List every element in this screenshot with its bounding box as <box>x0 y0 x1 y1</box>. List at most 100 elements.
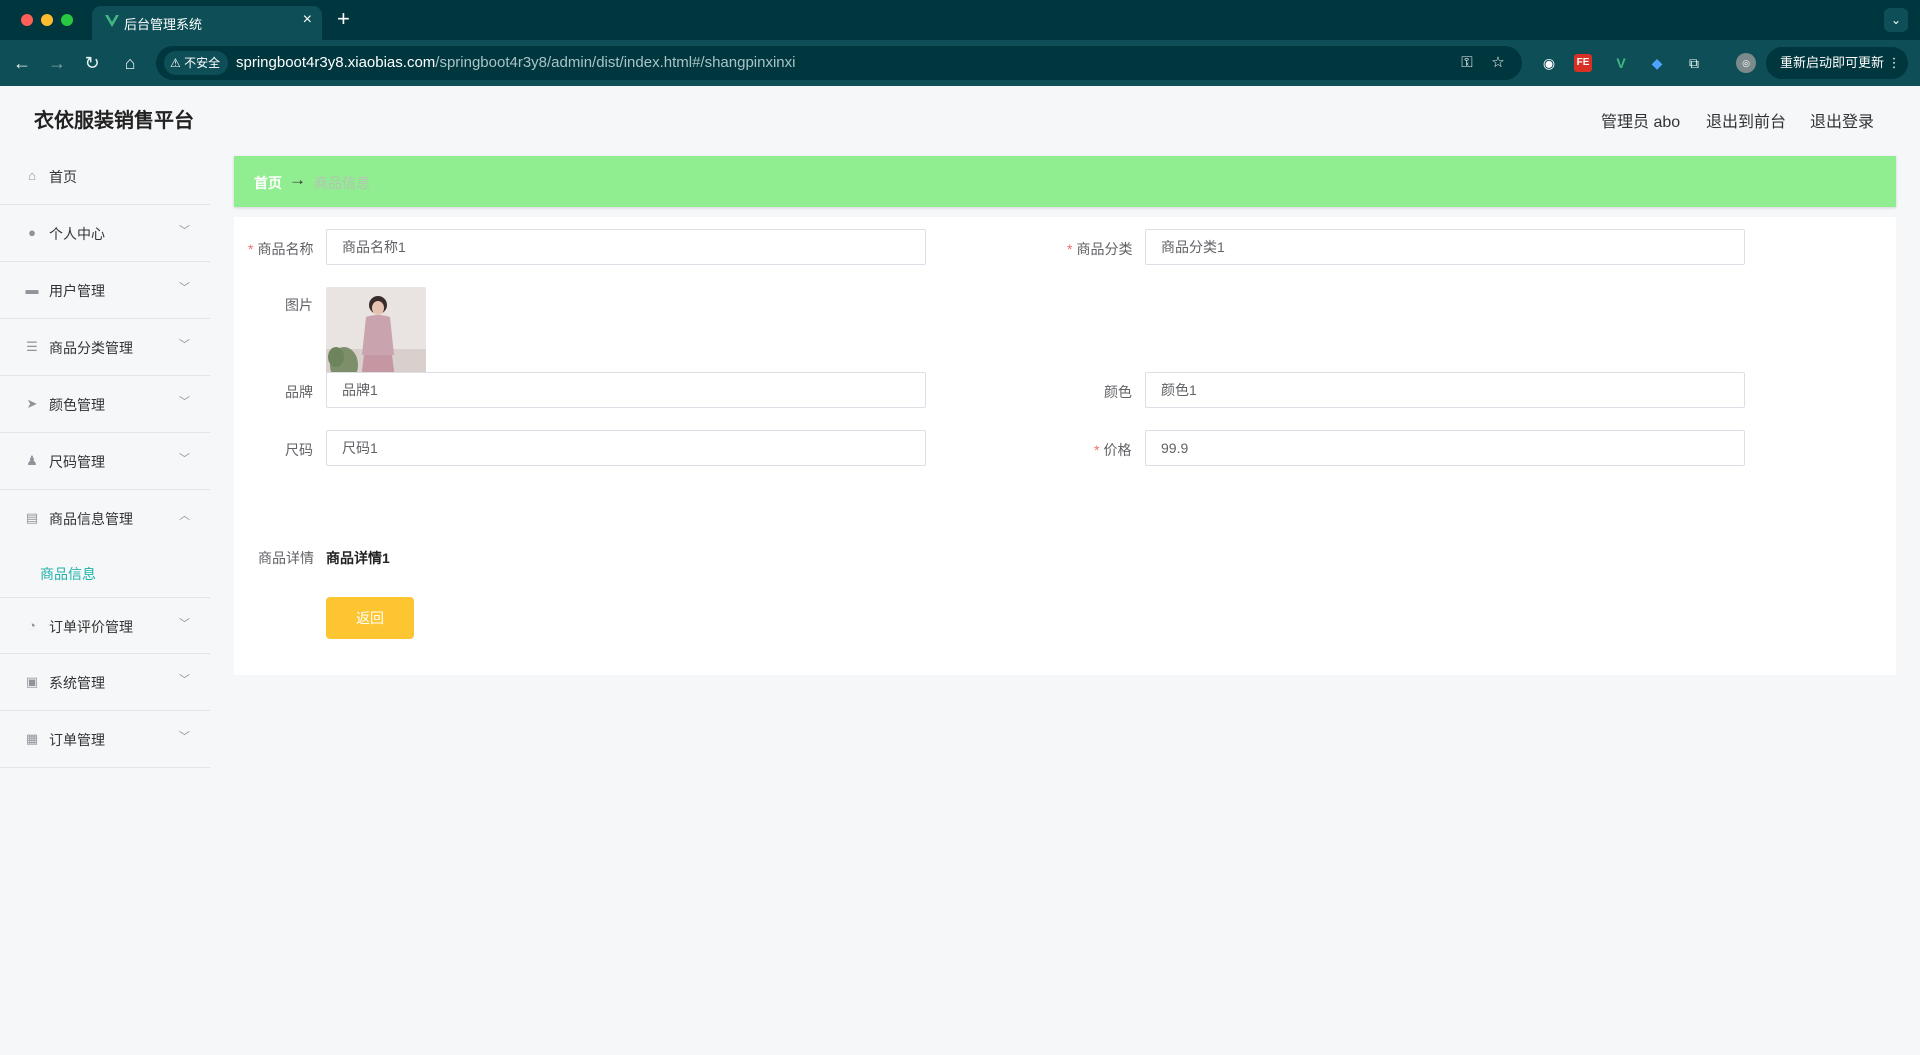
home-icon: ⌂ <box>28 168 36 183</box>
chevron-down-icon: ﹀ <box>179 396 190 408</box>
url-path: /springboot4r3y8/admin/dist/index.html#/… <box>435 54 796 71</box>
breadcrumb: 首页 → 商品信息 <box>234 156 1896 207</box>
bookmark-star-icon[interactable]: ☆ <box>1489 54 1507 72</box>
sidebar-item-home[interactable]: ⌂ 首页 <box>0 148 210 205</box>
detail-value: 商品详情1 <box>326 550 390 566</box>
browser-toolbar: ← → ↻ ⌂ ⚠ 不安全 springboot4r3y8.xiaobias.c… <box>0 40 1920 86</box>
profile-avatar-icon[interactable]: ◎ <box>1736 53 1756 73</box>
chevron-down-icon: ﹀ <box>179 225 190 237</box>
back-icon[interactable]: ← <box>9 50 35 76</box>
category-label: * 商品分类 <box>1067 239 1132 259</box>
extension-owl-icon[interactable]: ◉ <box>1538 52 1560 74</box>
sidebar-item-label: 颜色管理 <box>49 397 105 413</box>
list-icon: ☰ <box>26 339 38 354</box>
home-icon[interactable]: ⌂ <box>117 50 143 76</box>
brand-label: 品牌 <box>285 384 313 400</box>
clipboard-icon: ▣ <box>25 674 39 689</box>
logout-link[interactable]: 退出登录 <box>1810 108 1874 132</box>
category-field[interactable]: 商品分类1 <box>1145 229 1745 265</box>
url-text[interactable]: springboot4r3y8.xiaobias.com/springboot4… <box>236 54 796 71</box>
update-menu-icon[interactable]: ⋮ <box>1888 55 1901 70</box>
sidebar-item-orders[interactable]: ▦ 订单管理 ﹀ <box>0 711 210 768</box>
sidebar-subitem-label: 商品信息 <box>40 566 96 582</box>
chevron-down-icon: ﹀ <box>179 453 190 465</box>
sidebar-item-size[interactable]: ♟ 尺码管理 ﹀ <box>0 433 210 490</box>
sidebar-item-label: 订单评价管理 <box>49 619 133 635</box>
name-label: * 商品名称 <box>248 239 313 259</box>
close-window-button[interactable] <box>21 14 33 26</box>
sidebar: ⌂ 首页 ● 个人中心 ﹀ ▬ 用户管理 ﹀ ☰ 商品分类管理 ﹀ ➤ 颜色管理… <box>0 148 210 1055</box>
size-label: 尺码 <box>285 442 313 458</box>
send-icon: ➤ <box>26 396 38 411</box>
sidebar-item-label: 订单管理 <box>49 732 105 748</box>
product-detail-form: * 商品名称 商品名称1 * 商品分类 商品分类1 图片 品牌 品牌1 颜色 颜色1… <box>234 217 1896 675</box>
sidebar-item-product[interactable]: ▤ 商品信息管理 ︿ <box>0 490 210 547</box>
sidebar-subitem-product-info[interactable]: 商品信息 <box>0 547 210 597</box>
sidebar-item-label: 尺码管理 <box>49 454 105 470</box>
update-label: 重新启动即可更新 <box>1780 55 1885 70</box>
price-label-text: 价格 <box>1103 442 1132 458</box>
app-title: 衣依服装销售平台 <box>34 110 194 132</box>
extension-diamond-icon[interactable]: ◆ <box>1646 52 1668 74</box>
back-button[interactable]: 返回 <box>326 597 414 639</box>
extension-fe-icon[interactable]: FE <box>1574 54 1592 72</box>
required-mark: * <box>1067 241 1073 257</box>
new-tab-button[interactable]: + <box>337 6 350 32</box>
chevron-down-icon: ﹀ <box>179 339 190 351</box>
message-icon: ▤ <box>25 510 39 525</box>
extension-vue-icon[interactable]: V <box>1610 52 1632 74</box>
breadcrumb-home[interactable]: 首页 <box>254 173 282 193</box>
color-label: 颜色 <box>1104 384 1132 400</box>
sidebar-item-label: 用户管理 <box>49 283 105 299</box>
forward-icon[interactable]: → <box>44 50 70 76</box>
name-field[interactable]: 商品名称1 <box>326 229 926 265</box>
maximize-window-button[interactable] <box>61 14 73 26</box>
required-mark: * <box>1094 442 1100 458</box>
update-button[interactable]: 重新启动即可更新 ⋮ <box>1766 47 1908 79</box>
detail-label: 商品详情 <box>258 550 314 566</box>
sidebar-item-system[interactable]: ▣ 系统管理 ﹀ <box>0 654 210 711</box>
brand-field[interactable]: 品牌1 <box>326 372 926 408</box>
chevron-down-icon: ﹀ <box>179 674 190 686</box>
insecure-label: 不安全 <box>184 56 221 70</box>
reload-icon[interactable]: ↻ <box>79 50 105 76</box>
chevron-up-icon: ︿ <box>179 510 190 522</box>
person-icon: ♟ <box>26 453 38 468</box>
browser-tab[interactable]: 后台管理系统 × <box>92 6 322 40</box>
name-label-text: 商品名称 <box>257 241 314 257</box>
user-icon: ● <box>28 225 36 240</box>
size-field[interactable]: 尺码1 <box>326 430 926 466</box>
color-field[interactable]: 颜色1 <box>1145 372 1745 408</box>
sidebar-item-category[interactable]: ☰ 商品分类管理 ﹀ <box>0 319 210 376</box>
sidebar-item-users[interactable]: ▬ 用户管理 ﹀ <box>0 262 210 319</box>
grid-icon: ▦ <box>25 731 39 746</box>
extensions-puzzle-icon[interactable]: ⧉ <box>1683 52 1705 74</box>
minimize-window-button[interactable] <box>41 14 53 26</box>
address-bar[interactable]: ⚠ 不安全 springboot4r3y8.xiaobias.com/sprin… <box>156 46 1522 80</box>
category-label-text: 商品分类 <box>1076 241 1133 257</box>
app-header: 衣依服装销售平台 管理员 abo 退出到前台 退出登录 <box>0 86 1920 148</box>
insecure-badge[interactable]: ⚠ 不安全 <box>164 51 229 75</box>
sidebar-item-label: 个人中心 <box>49 226 105 242</box>
tab-title: 后台管理系统 <box>124 17 203 32</box>
gauge-icon: ◔ <box>28 618 36 633</box>
sidebar-item-label: 系统管理 <box>49 675 105 691</box>
tab-search-icon[interactable]: ⌄ <box>1884 8 1908 32</box>
password-key-icon[interactable]: ⚿ <box>1458 54 1476 72</box>
vue-logo-icon <box>105 15 119 27</box>
front-link[interactable]: 退出到前台 <box>1706 108 1786 132</box>
price-field[interactable]: 99.9 <box>1145 430 1745 466</box>
sidebar-item-label: 商品信息管理 <box>49 511 133 527</box>
price-label: * 价格 <box>1094 440 1131 460</box>
url-host: springboot4r3y8.xiaobias.com <box>236 54 436 71</box>
browser-tab-bar: 后台管理系统 × + ⌄ <box>0 0 1920 40</box>
breadcrumb-arrow-icon: → <box>289 170 306 189</box>
tab-close-icon[interactable]: × <box>303 11 312 29</box>
sidebar-item-review[interactable]: ◔ 订单评价管理 ﹀ <box>0 597 210 654</box>
breadcrumb-current: 商品信息 <box>314 175 370 191</box>
sidebar-item-color[interactable]: ➤ 颜色管理 ﹀ <box>0 376 210 433</box>
chevron-down-icon: ﹀ <box>179 618 190 630</box>
chevron-down-icon: ﹀ <box>179 731 190 743</box>
chevron-down-icon: ﹀ <box>179 282 190 294</box>
sidebar-item-profile[interactable]: ● 个人中心 ﹀ <box>0 205 210 262</box>
